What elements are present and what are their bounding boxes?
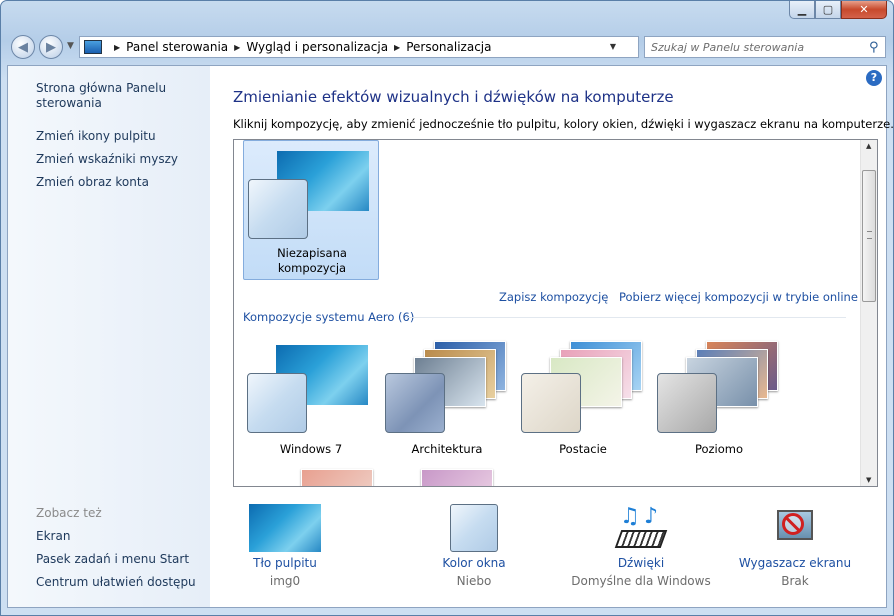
theme-unsaved[interactable]: Niezapisana kompozycja xyxy=(243,140,379,280)
screen-saver-button[interactable]: Wygaszacz ekranu Brak xyxy=(720,504,870,588)
scroll-thumb[interactable] xyxy=(862,170,876,302)
theme-label-characters: Postacie xyxy=(559,442,607,456)
window-color-thumbnail xyxy=(657,373,717,433)
close-button[interactable]: ✕ xyxy=(841,1,887,19)
window-color-label: Kolor okna xyxy=(442,556,506,570)
window-color-thumbnail xyxy=(247,373,307,433)
theme-list: Niezapisana kompozycja Zapisz kompozycję… xyxy=(233,139,878,487)
desktop-background-value: img0 xyxy=(269,574,301,588)
search-box: ⚲ xyxy=(644,36,886,58)
wallpaper-thumbnail xyxy=(301,469,373,486)
search-icon[interactable]: ⚲ xyxy=(869,40,879,55)
screen-saver-icon xyxy=(771,504,819,552)
theme-next-row[interactable] xyxy=(243,465,543,486)
get-more-themes-link[interactable]: Pobierz więcej kompozycji w trybie onlin… xyxy=(619,290,858,304)
sounds-button[interactable]: ♫ ♪ Dźwięki Domyślne dla Windows xyxy=(566,504,716,588)
theme-label-landscapes: Poziomo xyxy=(694,442,744,456)
scrollbar[interactable]: ▲ ▼ xyxy=(860,140,877,486)
scroll-up-icon[interactable]: ▲ xyxy=(866,142,871,150)
see-also-heading: Zobacz też xyxy=(36,506,102,520)
content-area: Strona główna Panelu sterowania Zmień ik… xyxy=(7,65,893,608)
title-bar[interactable]: ▁ ▢ ✕ xyxy=(1,1,893,31)
sidebar-link-mouse-pointers[interactable]: Zmień wskaźniki myszy xyxy=(36,152,178,167)
breadcrumb-personalization[interactable]: Personalizacja xyxy=(406,40,491,54)
maximize-button[interactable]: ▢ xyxy=(815,1,841,19)
page-description: Kliknij kompozycję, aby zmienić jednocze… xyxy=(233,117,894,131)
main-panel: ? Zmienianie efektów wizualnych i dźwięk… xyxy=(210,66,893,607)
chevron-right-icon[interactable]: ▶ xyxy=(394,43,400,52)
sidebar: Strona główna Panelu sterowania Zmień ik… xyxy=(8,66,210,607)
address-bar[interactable]: ▶ Panel sterowania ▶ Wygląd i personaliz… xyxy=(79,36,639,58)
theme-landscapes[interactable]: Poziomo xyxy=(651,335,787,456)
breadcrumb-control-panel[interactable]: Panel sterowania xyxy=(126,40,228,54)
forward-button[interactable]: ▶ xyxy=(39,35,63,59)
theme-label-architecture: Architektura xyxy=(411,442,483,456)
theme-windows7[interactable]: Windows 7 xyxy=(243,335,379,456)
navigation-bar: ◀ ▶ ▼ ▶ Panel sterowania ▶ Wygląd i pers… xyxy=(1,31,893,63)
wallpaper-icon xyxy=(249,504,321,552)
help-icon[interactable]: ? xyxy=(866,70,882,86)
wallpaper-thumbnail xyxy=(421,469,493,486)
aero-themes-heading: Kompozycje systemu Aero (6) xyxy=(243,310,415,324)
sidebar-link-display[interactable]: Ekran xyxy=(36,529,70,544)
window-color-value: Niebo xyxy=(456,574,492,588)
window: ▁ ▢ ✕ ◀ ▶ ▼ ▶ Panel sterowania ▶ Wygląd … xyxy=(0,0,894,616)
sidebar-link-taskbar[interactable]: Pasek zadań i menu Start xyxy=(36,552,189,567)
screen-saver-label: Wygaszacz ekranu xyxy=(738,556,852,570)
minimize-button[interactable]: ▁ xyxy=(789,1,815,19)
window-color-thumbnail xyxy=(521,373,581,433)
sidebar-link-ease-of-access[interactable]: Centrum ułatwień dostępu xyxy=(36,575,196,590)
sidebar-link-account-picture[interactable]: Zmień obraz konta xyxy=(36,175,149,190)
desktop-background-label: Tło pulpitu xyxy=(253,556,317,570)
window-color-icon xyxy=(450,504,498,552)
theme-architecture[interactable]: Architektura xyxy=(379,335,515,456)
theme-label-windows7: Windows 7 xyxy=(279,442,343,456)
sounds-label: Dźwięki xyxy=(617,556,665,570)
chevron-right-icon[interactable]: ▶ xyxy=(234,43,240,52)
window-color-thumbnail xyxy=(385,373,445,433)
theme-label-unsaved: Niezapisana kompozycja xyxy=(277,246,347,275)
chevron-right-icon[interactable]: ▶ xyxy=(114,43,120,52)
sounds-icon: ♫ ♪ xyxy=(614,504,668,552)
address-dropdown-icon[interactable]: ▼ xyxy=(610,42,616,51)
theme-characters[interactable]: Postacie xyxy=(515,335,651,456)
save-theme-link[interactable]: Zapisz kompozycję xyxy=(499,290,608,304)
control-panel-icon xyxy=(84,40,102,54)
divider xyxy=(406,317,846,318)
search-input[interactable] xyxy=(645,39,863,55)
grip-icon xyxy=(867,231,872,239)
window-color-button[interactable]: Kolor okna Niebo xyxy=(399,504,549,588)
sounds-value: Domyślne dla Windows xyxy=(571,574,711,588)
sidebar-link-control-panel-home[interactable]: Strona główna Panelu sterowania xyxy=(36,81,176,111)
scroll-down-icon[interactable]: ▼ xyxy=(866,476,871,484)
sidebar-link-desktop-icons[interactable]: Zmień ikony pulpitu xyxy=(36,129,156,144)
desktop-background-button[interactable]: Tło pulpitu img0 xyxy=(210,504,360,588)
screen-saver-value: Brak xyxy=(781,574,809,588)
breadcrumb-appearance[interactable]: Wygląd i personalizacja xyxy=(246,40,388,54)
history-dropdown-icon[interactable]: ▼ xyxy=(67,41,74,51)
back-button[interactable]: ◀ xyxy=(11,35,35,59)
page-title: Zmienianie efektów wizualnych i dźwięków… xyxy=(233,88,674,106)
window-color-thumbnail xyxy=(248,179,308,239)
caption-buttons: ▁ ▢ ✕ xyxy=(789,1,887,19)
